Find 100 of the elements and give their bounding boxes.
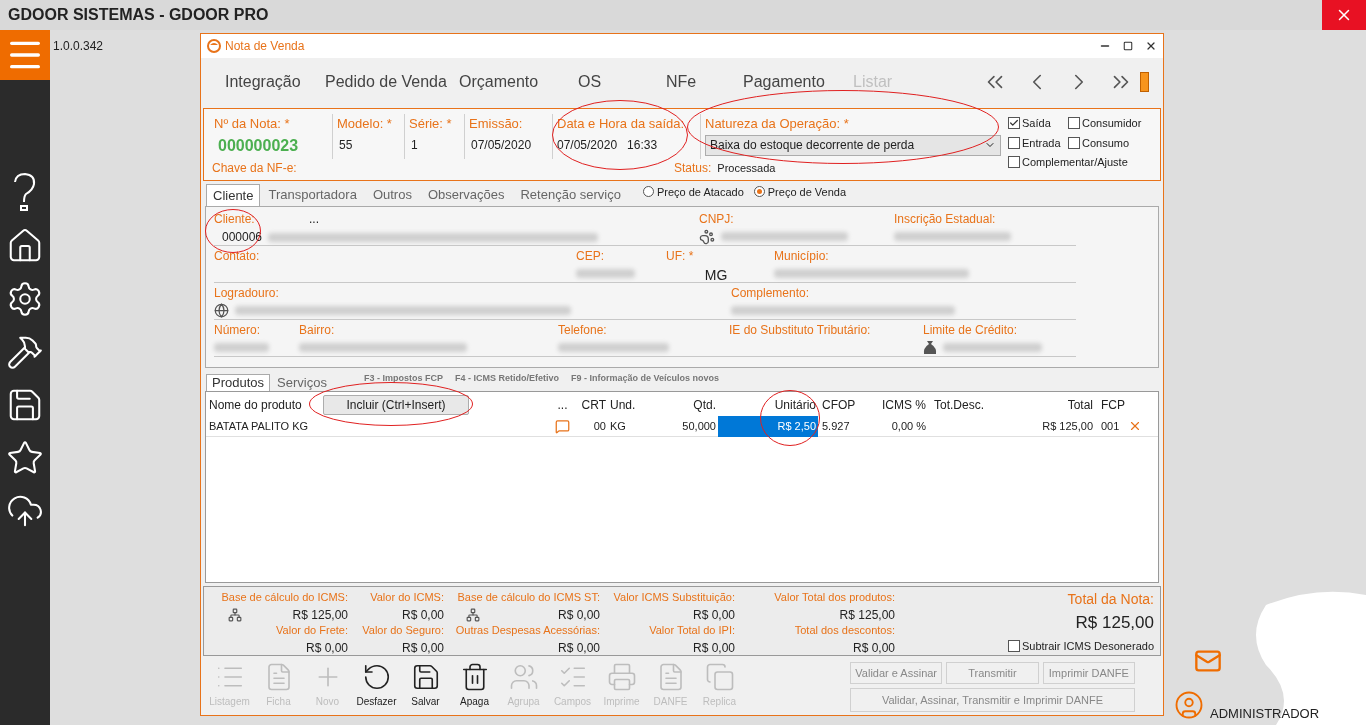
tree-icon[interactable] — [466, 607, 480, 622]
annotation-ellipse — [760, 390, 820, 446]
comment-icon[interactable] — [555, 418, 570, 434]
field-label: Complemento: — [731, 285, 810, 302]
total-label: Valor do ICMS: — [370, 590, 444, 605]
nav-tab[interactable]: NFe — [666, 70, 743, 94]
total-label: Valor do Seguro: — [362, 623, 444, 638]
total-value: R$ 0,00 — [692, 606, 735, 624]
checkbox[interactable] — [1008, 156, 1020, 169]
total-value: R$ 0,00 — [557, 606, 600, 624]
total-value: R$ 0,00 — [557, 639, 600, 657]
field-label: Natureza da Operação: * — [705, 115, 850, 133]
total-label: Base de cálculo do ICMS ST: — [457, 590, 600, 605]
column-header: Tot.Desc. — [933, 397, 985, 414]
field-label: Bairro: — [299, 322, 335, 339]
money-bag-icon — [923, 339, 937, 356]
checkbox[interactable] — [1008, 136, 1020, 149]
column-header: Und. — [609, 397, 637, 414]
checkbox[interactable] — [1068, 136, 1080, 149]
invoice-total: R$ 125,00 — [1075, 612, 1154, 634]
checkbox-label: Consumo — [1082, 135, 1130, 151]
nav-tab[interactable]: Integração — [225, 70, 325, 94]
field-label: UF: * — [666, 248, 694, 265]
field-label: CNPJ: — [699, 211, 734, 228]
tab[interactable]: Outros — [366, 184, 418, 206]
app-logo-icon — [207, 39, 221, 53]
table-cell[interactable]: R$ 2,50 — [718, 415, 818, 437]
field-label: Cliente: — [214, 211, 256, 228]
table-cell-text: R$ 125,00 — [1041, 418, 1094, 434]
column-header: ICMS % — [881, 397, 927, 414]
shortcut-hint: F9 - Informação de Veículos novos — [570, 371, 719, 385]
radio-button[interactable] — [753, 186, 765, 198]
menu-button[interactable] — [0, 30, 50, 80]
field-label: Número: — [214, 322, 260, 339]
include-button[interactable]: Incluir (Ctrl+Insert) — [323, 395, 469, 415]
field-label: Status: — [674, 160, 712, 177]
close-icon[interactable] — [1145, 40, 1157, 52]
toolbar-button[interactable]: Desfazer — [352, 662, 401, 709]
field-label: CEP: — [576, 248, 604, 265]
app-title: GDOOR SISTEMAS - GDOOR PRO — [7, 5, 269, 25]
total-label: Total da Nota: — [1067, 590, 1154, 609]
date-value: 07/05/2020 — [557, 136, 618, 154]
tree-icon[interactable] — [228, 607, 242, 622]
nav-tab[interactable]: Pedido de Venda — [325, 70, 459, 94]
total-value: R$ 0,00 — [305, 639, 348, 657]
operation-dropdown[interactable]: Baixa do estoque decorrente de perda — [705, 134, 1001, 156]
checkbox[interactable] — [1008, 117, 1020, 130]
table-cell-text: 5.927 — [821, 418, 851, 434]
field-label: Modelo: * — [337, 115, 393, 133]
total-value: R$ 125,00 — [839, 606, 895, 624]
checkbox[interactable] — [1068, 117, 1080, 130]
shortcut-hint: F3 - Impostos FCP — [363, 371, 443, 385]
field-label: Nº da Nota: * — [214, 115, 291, 133]
radio-label: Preço de Venda — [767, 184, 847, 200]
nav-tab[interactable]: OS — [578, 70, 666, 94]
lookup-button[interactable]: ... — [309, 210, 319, 228]
total-label: Outras Despesas Acessórias: — [455, 623, 600, 638]
nav-tab[interactable]: Orçamento — [459, 70, 578, 94]
tab[interactable]: Observações — [421, 184, 511, 206]
total-value: R$ 125,00 — [292, 606, 348, 624]
total-label: Valor do Frete: — [276, 623, 348, 638]
printer-icon — [606, 662, 637, 692]
delete-icon[interactable] — [1128, 419, 1142, 433]
total-label: Valor Total do IPI: — [649, 623, 735, 638]
nav-tab[interactable]: Pagamento — [743, 70, 853, 94]
tab[interactable]: Retenção serviço — [514, 184, 627, 206]
table-cell-text: 00 — [592, 418, 606, 434]
field-label: Inscrição Estadual: — [894, 211, 996, 228]
maximize-icon[interactable] — [1123, 41, 1133, 51]
checkbox-label: Consumidor — [1082, 116, 1142, 131]
tab[interactable]: Cliente — [206, 184, 261, 206]
field-label: Limite de Crédito: — [923, 322, 1018, 339]
checkbox[interactable] — [1007, 639, 1020, 652]
total-label: Base de cálculo do ICMS: — [221, 590, 348, 605]
total-label: Valor ICMS Substituição: — [613, 590, 735, 605]
tab[interactable]: Produtos — [206, 374, 271, 391]
shortcut-hint: F4 - ICMS Retido/Efetivo — [454, 371, 559, 385]
radio-label: Preço de Atacado — [656, 184, 744, 200]
field-label: IE do Substituto Tributário: — [729, 322, 871, 339]
radio-button[interactable] — [642, 186, 654, 198]
toolbar-button[interactable]: Apaga — [450, 662, 499, 709]
total-value: R$ 0,00 — [401, 606, 444, 624]
field-value: 07/05/2020 — [470, 136, 533, 154]
window-title: Nota de Venda — [225, 38, 305, 55]
tab[interactable]: Serviços — [272, 374, 332, 391]
checkbox-label: Subtrair ICMS Desonerado — [1021, 638, 1154, 654]
field-label: Telefone: — [558, 322, 607, 339]
status-value: Processada — [717, 160, 776, 176]
field-label: Contato: — [214, 248, 260, 265]
checkbox-label: Complementar/Ajuste — [1022, 155, 1128, 170]
checkbox-label: Saída — [1022, 116, 1051, 131]
table-cell-text: 50,000 — [681, 418, 717, 434]
field-value: 1 — [410, 136, 419, 154]
total-value: R$ 0,00 — [852, 639, 895, 657]
toolbar-button[interactable]: Salvar — [401, 662, 450, 709]
invoice-number: 000000023 — [217, 135, 300, 156]
version-label: 1.0.0.342 — [53, 39, 104, 53]
table-cell-text: 0,00 % — [890, 418, 927, 434]
column-header: CFOP — [821, 397, 857, 414]
tab[interactable]: Transportadora — [262, 184, 363, 206]
